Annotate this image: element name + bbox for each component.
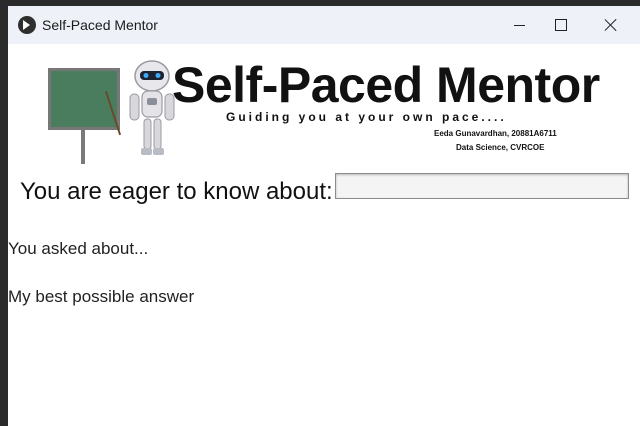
question-prompt-label: You are eager to know about: [20, 178, 333, 205]
brand-tagline: Guiding you at your own pace.... [226, 110, 507, 124]
maximize-button[interactable] [538, 6, 584, 44]
minimize-icon [513, 24, 525, 26]
app-logo-icon [18, 16, 36, 34]
author-department: Data Science, CVRCOE [456, 143, 545, 152]
app-window: Self-Paced Mentor Self-Paced Mentor Guid… [8, 6, 640, 426]
board-stand [81, 124, 85, 164]
minimize-button[interactable] [496, 6, 542, 44]
question-input[interactable] [335, 173, 629, 199]
title-bar[interactable]: Self-Paced Mentor [8, 6, 640, 44]
close-button[interactable] [588, 6, 634, 44]
asked-about-label: You asked about... [8, 239, 149, 258]
author-name: Eeda Gunavardhan, 20881A6711 [434, 129, 557, 138]
answer-label: My best possible answer [8, 287, 195, 306]
maximize-icon [555, 19, 567, 31]
close-icon [604, 18, 618, 32]
brand-title: Self-Paced Mentor [172, 57, 600, 113]
window-title: Self-Paced Mentor [42, 17, 158, 33]
